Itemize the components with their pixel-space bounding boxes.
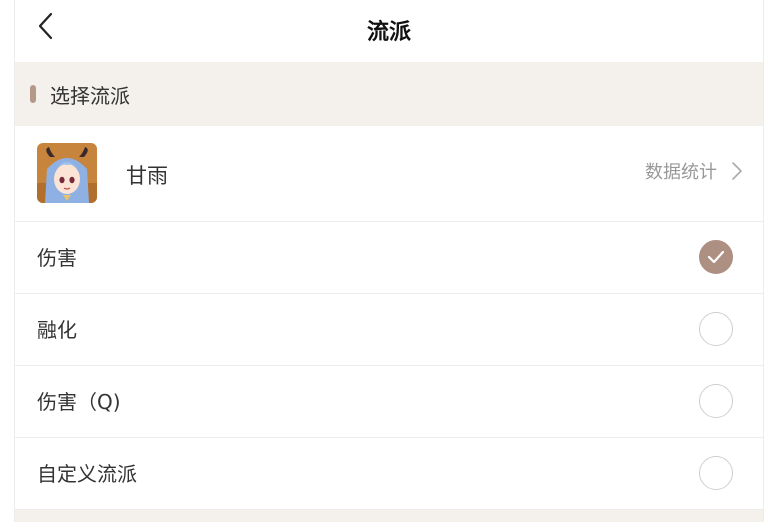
footer-strip: [15, 510, 763, 522]
character-name: 甘雨: [126, 164, 168, 188]
option-row-melt[interactable]: 融化: [15, 294, 763, 366]
option-label: 融化: [37, 318, 77, 342]
radio-unchecked-icon[interactable]: [699, 456, 733, 490]
option-row-damage[interactable]: 伤害: [15, 222, 763, 294]
section-accent-bar: [30, 85, 36, 103]
section-label: 选择流派: [50, 83, 130, 108]
character-row[interactable]: 甘雨 数据统计: [15, 126, 763, 222]
radio-unchecked-icon[interactable]: [699, 384, 733, 418]
option-label: 自定义流派: [37, 462, 137, 486]
option-row-damage-q[interactable]: 伤害（Q): [15, 366, 763, 438]
chevron-right-icon: [732, 162, 742, 180]
data-stats-link[interactable]: 数据统计: [645, 158, 743, 184]
radio-unchecked-icon[interactable]: [699, 312, 733, 346]
section-header: 选择流派: [15, 62, 763, 126]
character-avatar: [37, 143, 97, 203]
option-label: 伤害（Q): [37, 390, 121, 414]
app-frame: 流派 选择流派 甘雨 数据统计 伤害 融化 伤害（Q) 自定义流派: [14, 0, 764, 522]
page-title: 流派: [366, 20, 411, 45]
option-label: 伤害: [37, 246, 77, 270]
radio-checked-icon[interactable]: [699, 240, 733, 274]
data-stats-label: 数据统计: [645, 162, 717, 183]
header: 流派: [15, 0, 763, 62]
option-row-custom[interactable]: 自定义流派: [15, 438, 763, 510]
